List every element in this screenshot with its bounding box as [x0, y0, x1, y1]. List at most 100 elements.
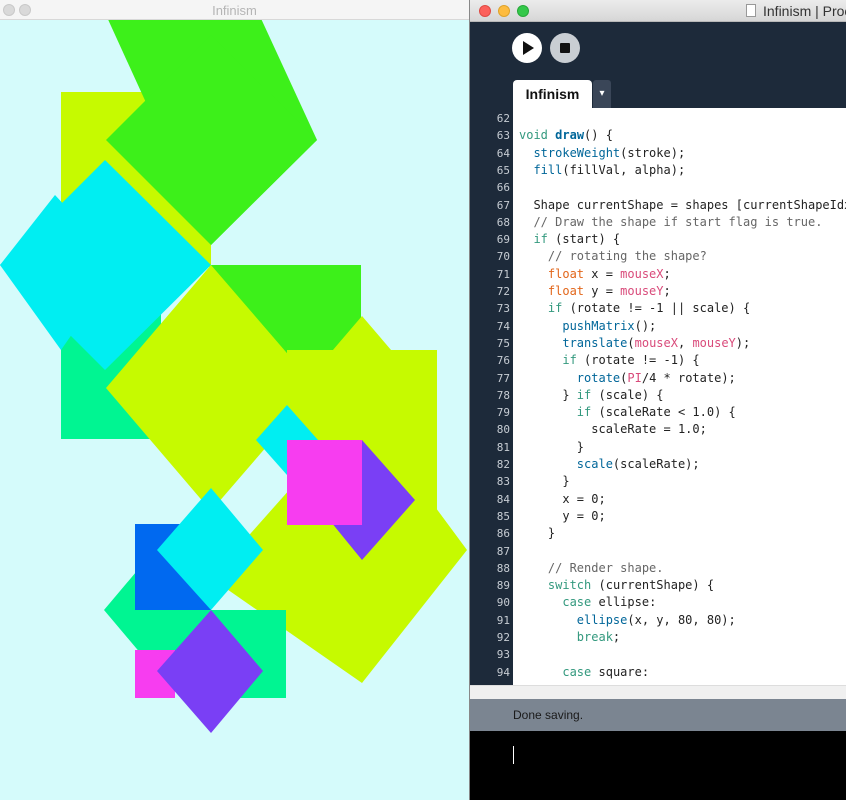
code-text: }	[519, 439, 585, 454]
code-line[interactable]: 83 }	[470, 473, 846, 490]
code-line[interactable]: 71 float x = mouseX;	[470, 266, 846, 283]
code-line[interactable]: 91 ellipse(x, y, 80, 80);	[470, 612, 846, 629]
line-number: 90	[496, 596, 510, 610]
code-line[interactable]: 80 scaleRate = 1.0;	[470, 421, 846, 438]
code-line[interactable]: 66	[470, 179, 846, 196]
horizontal-scrollbar[interactable]	[470, 685, 846, 699]
line-number: 73	[496, 302, 510, 316]
tab-menu-button[interactable]: ▾	[593, 80, 611, 108]
console-area[interactable]	[470, 731, 846, 800]
line-number: 93	[496, 648, 510, 662]
document-icon	[746, 4, 756, 17]
tab-infinism[interactable]: Infinism	[513, 80, 592, 108]
line-number: 64	[496, 146, 510, 160]
code-text: if (rotate != -1) {	[562, 353, 700, 368]
code-text: // rotating the shape?	[547, 249, 707, 264]
code-line[interactable]: 94 case square:	[470, 664, 846, 681]
line-number: 79	[496, 406, 510, 420]
line-number: 87	[496, 544, 510, 558]
code-text: if (scaleRate < 1.0) {	[576, 405, 736, 420]
code-line[interactable]: 93	[470, 646, 846, 663]
code-line[interactable]: 85 y = 0;	[470, 508, 846, 525]
code-line[interactable]: 87	[470, 543, 846, 560]
line-number: 88	[496, 561, 510, 575]
code-text: case square:	[562, 664, 650, 679]
line-number: 76	[496, 354, 510, 368]
console-caret	[513, 746, 514, 764]
code-line[interactable]: 90 case ellipse:	[470, 594, 846, 611]
code-line[interactable]: 75 translate(mouseX, mouseY);	[470, 335, 846, 352]
toolbar	[470, 22, 846, 80]
code-text: // Draw the shape if start flag is true.	[533, 214, 823, 229]
code-line[interactable]: 67 Shape currentShape = shapes [currentS…	[470, 197, 846, 214]
code-line[interactable]: 88 // Render shape.	[470, 560, 846, 577]
code-line[interactable]: 84 x = 0;	[470, 491, 846, 508]
code-line[interactable]: 92 break;	[470, 629, 846, 646]
code-line[interactable]: 69 if (start) {	[470, 231, 846, 248]
code-line[interactable]: 62	[470, 110, 846, 127]
code-text: Shape currentShape = shapes [currentShap…	[519, 197, 846, 212]
code-text: pushMatrix();	[562, 318, 657, 333]
code-line[interactable]: 74 pushMatrix();	[470, 318, 846, 335]
code-line[interactable]: 65 fill(fillVal, alpha);	[470, 162, 846, 179]
shape-square	[287, 440, 362, 525]
code-editor[interactable]: 62 63 void draw() {64 strokeWeight(stroke)…	[470, 108, 846, 685]
code-line[interactable]: 76 if (rotate != -1) {	[470, 352, 846, 369]
code-text: x = 0;	[519, 491, 606, 506]
sketch-canvas[interactable]	[0, 20, 469, 800]
code-text: translate(mouseX, mouseY);	[562, 335, 751, 350]
code-text: }	[519, 474, 570, 489]
line-number: 62	[496, 112, 510, 125]
code-text: case ellipse:	[562, 595, 657, 610]
window-minimize-button[interactable]	[498, 5, 510, 17]
code-text: if (start) {	[533, 232, 621, 247]
line-number: 89	[496, 579, 510, 593]
code-line[interactable]: 86 }	[470, 525, 846, 542]
line-number: 80	[496, 423, 510, 437]
code-line[interactable]: 70 // rotating the shape?	[470, 248, 846, 265]
line-number: 86	[496, 527, 510, 541]
code-text: strokeWeight(stroke);	[533, 145, 686, 160]
code-line[interactable]: 68 // Draw the shape if start flag is tr…	[470, 214, 846, 231]
line-number: 70	[496, 250, 510, 264]
line-number: 92	[496, 631, 510, 644]
line-number: 74	[496, 319, 510, 333]
window-close-button[interactable]	[479, 5, 491, 17]
line-number: 85	[496, 509, 510, 523]
editor-titlebar: Infinism | Proc	[470, 0, 846, 22]
line-number: 94	[496, 665, 510, 679]
code-line[interactable]: 82 scale(scaleRate);	[470, 456, 846, 473]
code-line[interactable]: 72 float y = mouseY;	[470, 283, 846, 300]
code-line[interactable]: 63 void draw() {	[470, 127, 846, 144]
line-number: 66	[496, 181, 510, 195]
code-text: y = 0;	[519, 508, 606, 523]
window-zoom-button[interactable]	[517, 5, 529, 17]
code-line[interactable]: 81 }	[470, 439, 846, 456]
line-number: 69	[496, 233, 510, 247]
status-bar: Done saving.	[470, 699, 846, 731]
editor-window: Infinism | Proc Infinism ▾ 62 63 void draw…	[469, 0, 846, 800]
line-number: 77	[496, 371, 510, 385]
stop-icon	[560, 43, 570, 53]
line-number: 72	[496, 285, 510, 298]
code-text: scaleRate = 1.0;	[519, 422, 707, 437]
code-line[interactable]: 78 } if (scale) {	[470, 387, 846, 404]
line-number: 78	[496, 388, 510, 402]
stop-button[interactable]	[550, 33, 580, 63]
line-number: 83	[496, 475, 510, 489]
line-number: 81	[496, 440, 510, 454]
line-number: 68	[496, 215, 510, 229]
code-line[interactable]: 89 switch (currentShape) {	[470, 577, 846, 594]
line-number: 91	[496, 613, 510, 627]
code-line[interactable]: 79 if (scaleRate < 1.0) {	[470, 404, 846, 421]
code-line[interactable]: 77 rotate(PI/4 * rotate);	[470, 370, 846, 387]
code-text: // Render shape.	[547, 560, 664, 575]
code-line[interactable]: 73 if (rotate != -1 || scale) {	[470, 300, 846, 317]
code-line[interactable]: 64 strokeWeight(stroke);	[470, 145, 846, 162]
sketch-window: Infinism	[0, 0, 469, 800]
line-number: 84	[496, 492, 510, 506]
line-number: 71	[496, 267, 510, 281]
run-button[interactable]	[512, 33, 542, 63]
code-text: if (rotate != -1 || scale) {	[547, 301, 751, 316]
code-text: switch (currentShape) {	[547, 578, 715, 593]
